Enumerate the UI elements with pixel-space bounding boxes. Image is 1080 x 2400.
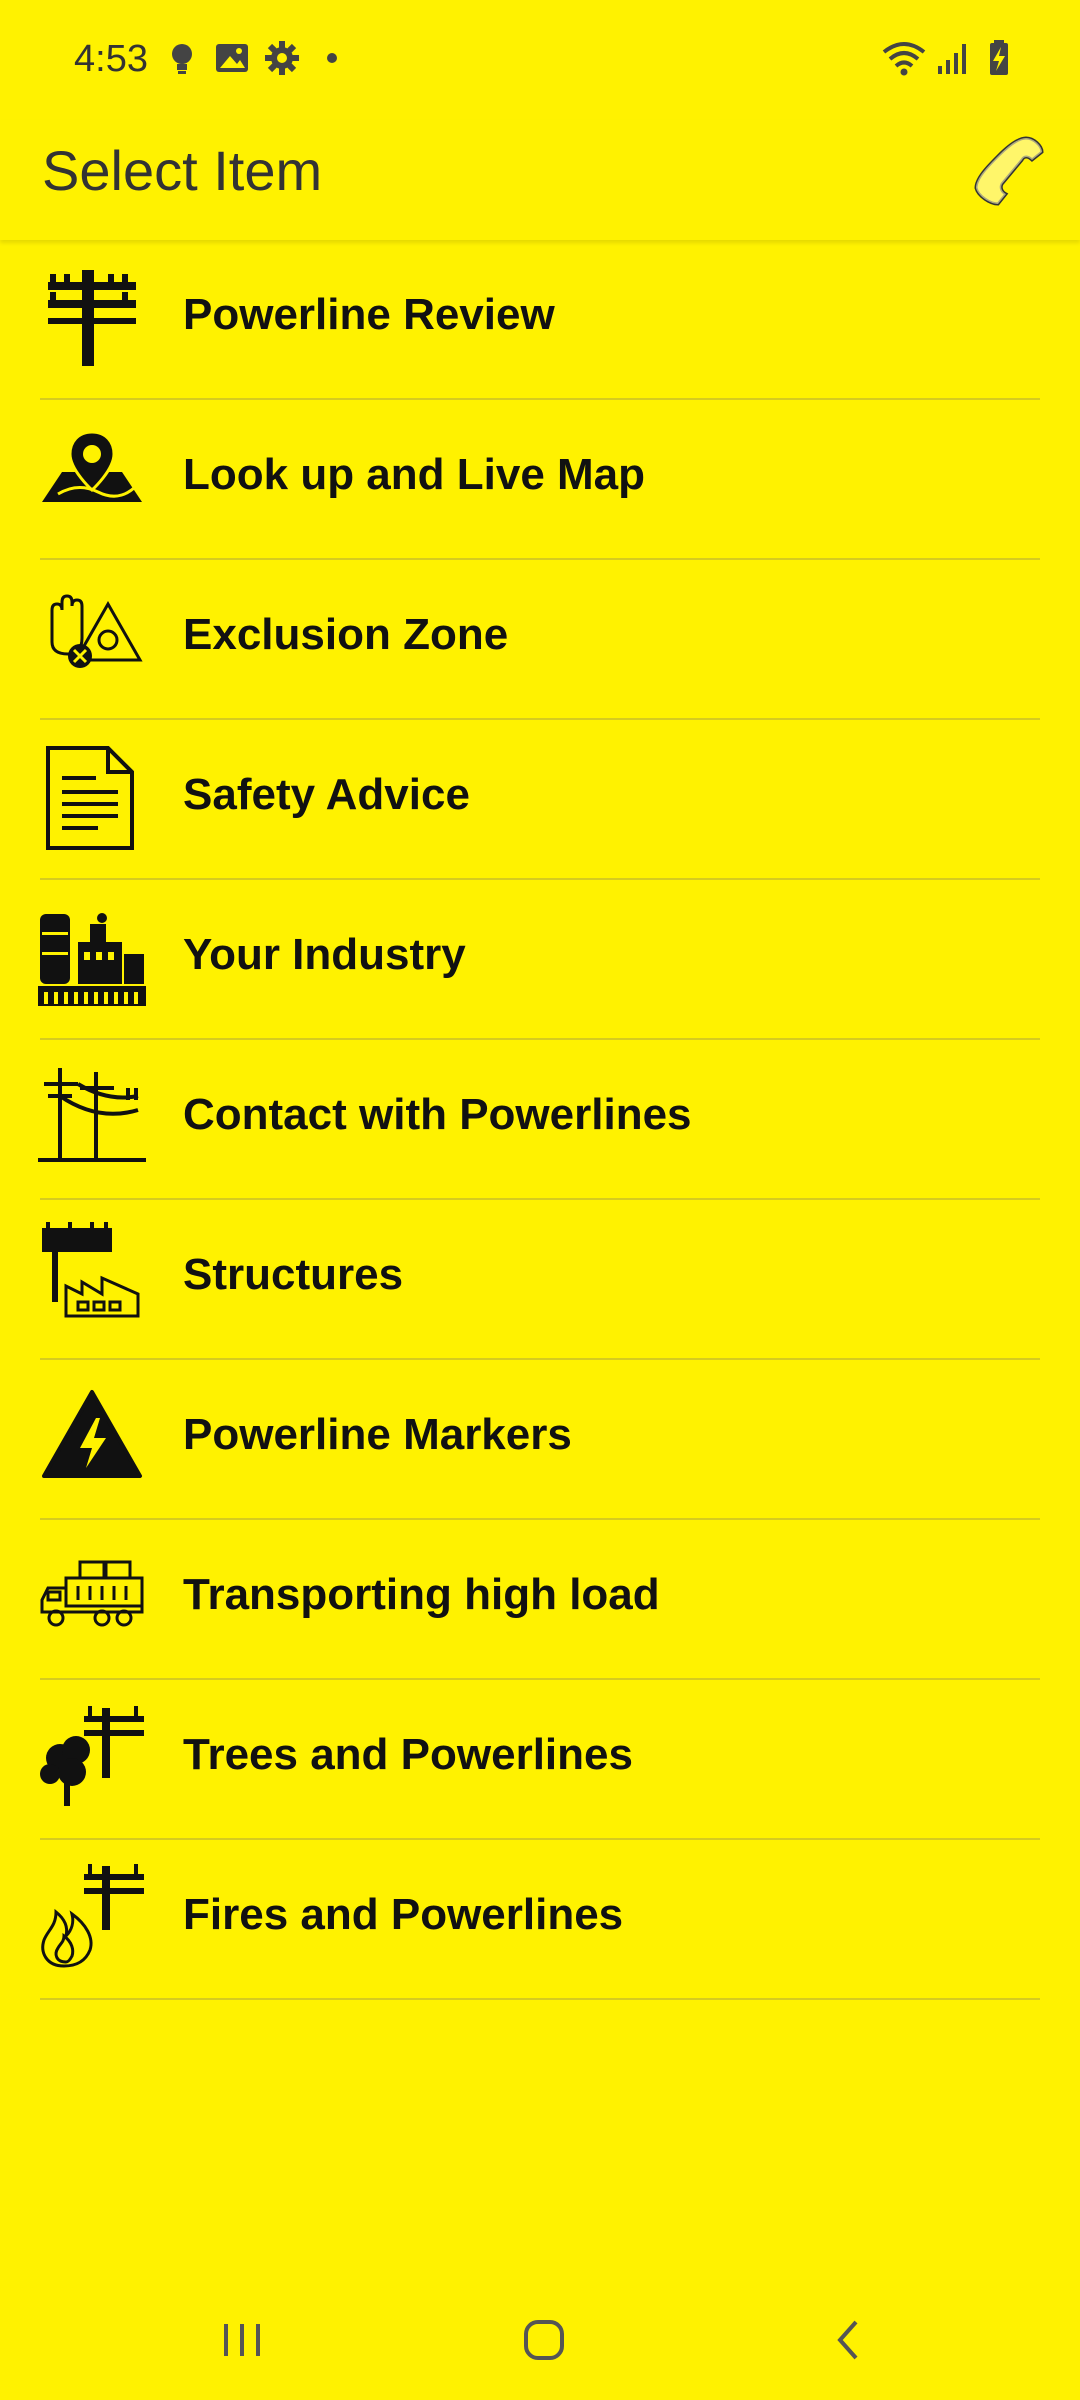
- tree-pole-icon: [38, 1702, 146, 1810]
- page-title: Select Item: [42, 139, 323, 202]
- factory-icon: [38, 902, 146, 1010]
- gear-icon: [262, 38, 302, 78]
- menu-item-contact-powerlines[interactable]: Contact with Powerlines: [0, 1040, 1080, 1200]
- menu-item-label: Safety Advice: [183, 770, 470, 819]
- truck-icon: [38, 1542, 146, 1650]
- map-pin-icon: [38, 422, 146, 530]
- app-bar: Select Item: [0, 120, 1080, 240]
- menu-item-your-industry[interactable]: Your Industry: [0, 880, 1080, 1040]
- power-pole-icon: [38, 262, 146, 370]
- battery-charging-icon: [980, 38, 1020, 78]
- dot-icon: [314, 38, 354, 78]
- high-voltage-warning-icon: [38, 1382, 146, 1490]
- signal-icon: [934, 38, 974, 78]
- back-icon[interactable]: [818, 2310, 878, 2370]
- bulb-icon: [162, 38, 202, 78]
- menu-item-live-map[interactable]: Look up and Live Map: [0, 400, 1080, 560]
- menu-item-safety-advice[interactable]: Safety Advice: [0, 720, 1080, 880]
- menu-item-transporting-high-load[interactable]: Transporting high load: [0, 1520, 1080, 1680]
- wifi-icon: [880, 38, 928, 78]
- menu-list: Powerline Review Look up and Live Map Ex…: [0, 240, 1080, 2000]
- status-time: 4:53: [74, 38, 148, 80]
- home-icon[interactable]: [514, 2310, 574, 2370]
- phone-icon: [974, 136, 1044, 206]
- hazard-hand-icon: [38, 582, 146, 690]
- menu-item-label: Contact with Powerlines: [183, 1090, 692, 1139]
- menu-item-label: Trees and Powerlines: [183, 1730, 633, 1779]
- menu-item-label: Look up and Live Map: [183, 450, 646, 499]
- menu-item-powerline-review[interactable]: Powerline Review: [0, 240, 1080, 400]
- menu-item-label: Powerline Markers: [183, 1410, 572, 1459]
- fire-pole-icon: [38, 1862, 146, 1970]
- navigation-bar: [0, 2280, 1080, 2400]
- menu-item-label: Structures: [183, 1250, 404, 1299]
- menu-item-fires-powerlines[interactable]: Fires and Powerlines: [0, 1840, 1080, 2000]
- recents-icon[interactable]: [212, 2310, 272, 2370]
- menu-item-label: Powerline Review: [183, 290, 555, 339]
- menu-item-label: Your Industry: [183, 930, 466, 979]
- image-icon: [212, 38, 252, 78]
- status-bar: 4:53: [0, 0, 1080, 120]
- structures-icon: [38, 1222, 146, 1330]
- document-icon: [38, 742, 146, 850]
- menu-item-label: Fires and Powerlines: [183, 1890, 624, 1939]
- menu-item-label: Exclusion Zone: [183, 610, 509, 659]
- call-button[interactable]: [968, 130, 1048, 210]
- menu-item-powerline-markers[interactable]: Powerline Markers: [0, 1360, 1080, 1520]
- menu-item-structures[interactable]: Structures: [0, 1200, 1080, 1360]
- screen: 4:53 Select Item Powerline Review Look u…: [0, 0, 1080, 2400]
- menu-item-label: Transporting high load: [183, 1570, 660, 1619]
- menu-item-trees-powerlines[interactable]: Trees and Powerlines: [0, 1680, 1080, 1840]
- powerlines-icon: [38, 1062, 146, 1170]
- menu-item-exclusion-zone[interactable]: Exclusion Zone: [0, 560, 1080, 720]
